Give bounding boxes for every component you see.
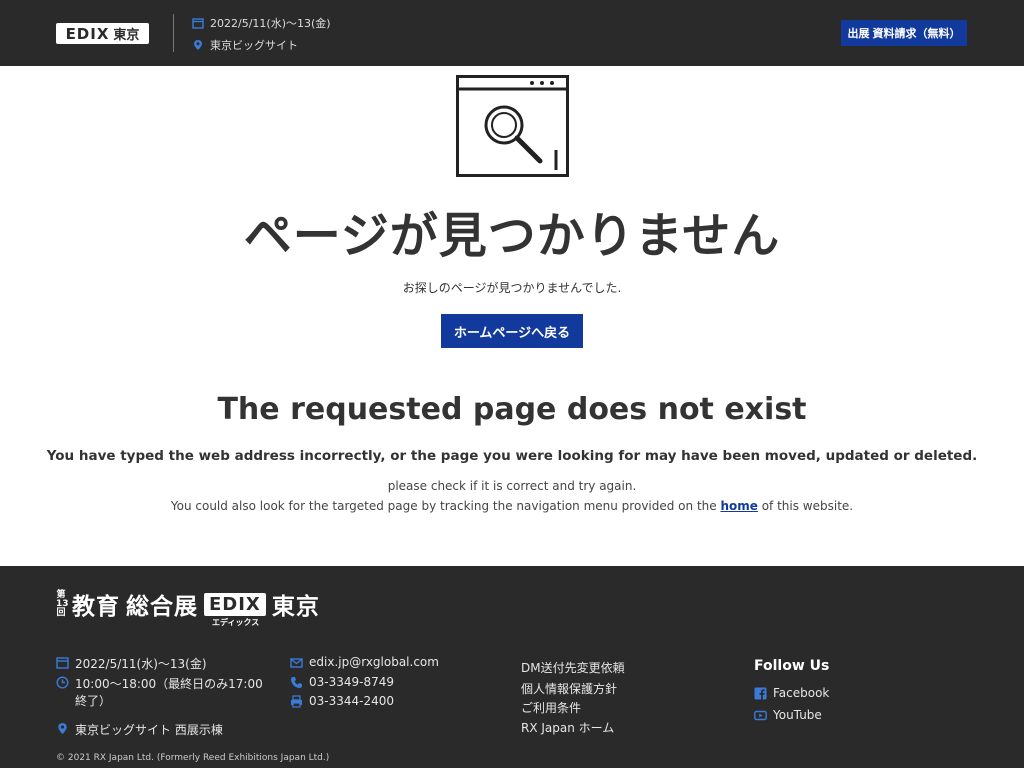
footer-phone[interactable]: 03-3349-8749 xyxy=(290,675,394,689)
error-description: You have typed the web address incorrect… xyxy=(46,448,978,464)
footer-hours-text: 10:00～18:00（最終日のみ17:00終了） xyxy=(75,677,263,708)
footer-email-text: edix.jp@rxglobal.com xyxy=(309,655,439,669)
header-divider xyxy=(173,14,174,52)
logo-text: EDIX xyxy=(65,24,110,43)
header-venue: 東京ビッグサイト xyxy=(192,37,298,53)
edition-suffix: 回 xyxy=(56,607,66,618)
follow-us-heading: Follow Us xyxy=(754,658,830,674)
footer-date: 2022/5/11(水)～13(金) xyxy=(56,655,207,672)
calendar-icon xyxy=(56,657,69,669)
facebook-icon xyxy=(754,687,767,700)
edition-number: 第 13 回 xyxy=(56,590,69,618)
request-materials-button[interactable]: 出展 資料請求（無料） xyxy=(841,20,967,46)
check-instruction: please check if it is correct and try ag… xyxy=(387,479,637,493)
home-link[interactable]: home xyxy=(720,499,757,513)
youtube-label: YouTube xyxy=(773,708,822,722)
footer-logo-part1: 教育 xyxy=(72,594,120,620)
phone-icon xyxy=(291,677,302,688)
header-venue-text: 東京ビッグサイト xyxy=(210,39,298,52)
site-header: EDIX 東京 2022/5/11(水)～13(金) 東京ビッグサイト 出展 資… xyxy=(0,0,1024,66)
copyright: © 2021 RX Japan Ltd. (Formerly Reed Exhi… xyxy=(56,753,330,763)
footer-hours: 10:00～18:00（最終日のみ17:00終了） xyxy=(56,675,271,709)
header-date-text: 2022/5/11(水)～13(金) xyxy=(210,17,331,30)
site-footer: 第 13 回 教育 総合展 EDIX エディックス 東京 2022/5/11(水… xyxy=(0,566,1024,768)
calendar-icon xyxy=(192,18,204,29)
footer-edix-kana: エディックス xyxy=(212,617,260,627)
navigation-hint: You could also look for the targeted pag… xyxy=(0,499,1024,513)
page-title-jp: ページが見つかりません xyxy=(243,208,781,264)
footer-edix-badge: EDIX エディックス xyxy=(204,592,266,627)
navigation-hint-prefix: You could also look for the targeted pag… xyxy=(170,499,721,513)
search-page-icon xyxy=(456,75,569,177)
navigation-hint-suffix: of this website. xyxy=(757,499,854,513)
footer-fax-text: 03-3344-2400 xyxy=(309,694,395,708)
clock-icon xyxy=(56,676,69,689)
logo-city: 東京 xyxy=(113,28,140,43)
facebook-link[interactable]: Facebook xyxy=(754,686,829,700)
footer-edix-text: EDIX xyxy=(209,593,261,615)
back-to-home-button[interactable]: ホームページへ戻る xyxy=(441,314,583,348)
link-rx-japan-home[interactable]: RX Japan ホーム xyxy=(521,719,614,736)
footer-phone-text: 03-3349-8749 xyxy=(309,675,395,689)
location-pin-icon xyxy=(58,723,67,734)
footer-email[interactable]: edix.jp@rxglobal.com xyxy=(290,655,439,669)
fax-icon xyxy=(291,695,302,708)
footer-date-text: 2022/5/11(水)～13(金) xyxy=(75,657,207,671)
footer-fax: 03-3344-2400 xyxy=(290,694,394,708)
footer-logo[interactable]: 第 13 回 教育 総合展 EDIX エディックス 東京 xyxy=(56,589,320,627)
footer-venue-text: 東京ビッグサイト 西展示棟 xyxy=(75,723,223,737)
edix-logo[interactable]: EDIX 東京 xyxy=(56,23,149,44)
location-pin-icon xyxy=(194,40,202,50)
link-terms-of-use[interactable]: ご利用条件 xyxy=(521,699,581,716)
facebook-label: Facebook xyxy=(773,686,830,700)
youtube-icon xyxy=(754,710,767,721)
footer-logo-part2: 総合展 xyxy=(126,594,198,620)
header-date: 2022/5/11(水)～13(金) xyxy=(192,15,331,31)
footer-venue: 東京ビッグサイト 西展示棟 xyxy=(56,721,223,738)
youtube-link[interactable]: YouTube xyxy=(754,708,822,722)
footer-logo-city: 東京 xyxy=(271,594,320,620)
page-subtitle-jp: お探しのページが見つかりませんでした. xyxy=(402,281,622,295)
link-dm-address-change[interactable]: DM送付先変更依頼 xyxy=(521,659,625,676)
mail-icon xyxy=(290,658,303,668)
page-title-en: The requested page does not exist xyxy=(217,392,807,427)
link-privacy-policy[interactable]: 個人情報保護方針 xyxy=(521,680,617,697)
